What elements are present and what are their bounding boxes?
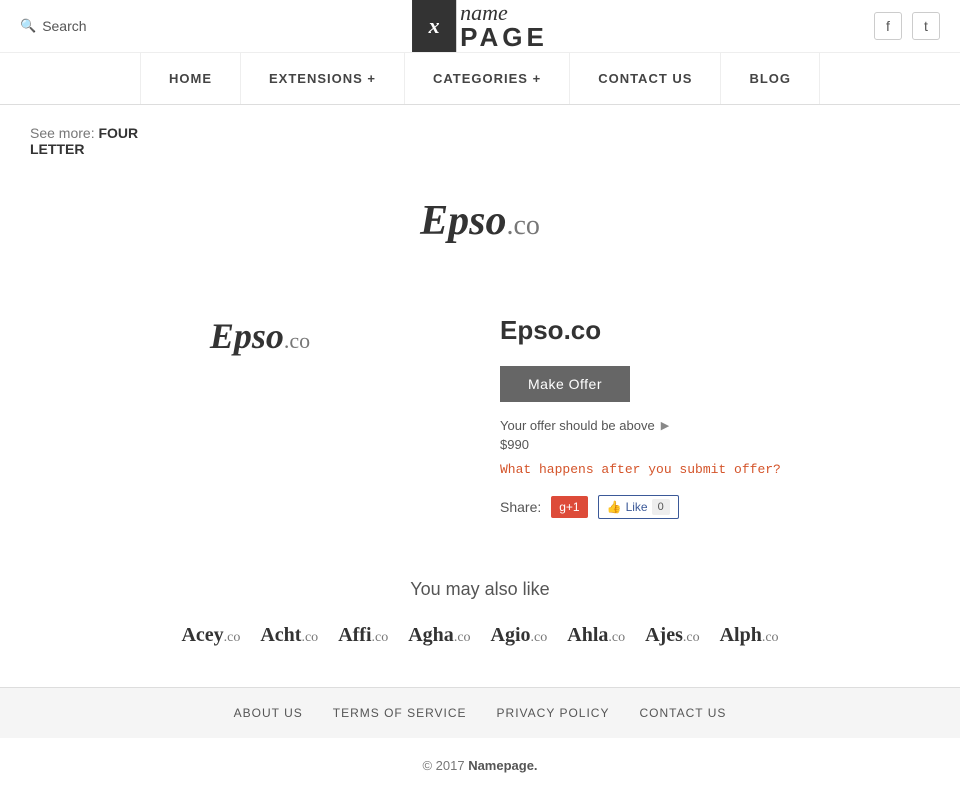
footer-nav-item[interactable]: ABOUT US: [234, 706, 303, 720]
logo-page: PAGE: [460, 24, 548, 50]
similar-item-name: Acey: [181, 624, 223, 646]
breadcrumb-line2: LETTER: [30, 141, 84, 157]
similar-item-name: Ajes: [645, 624, 683, 646]
similar-item-name: Agha: [408, 624, 454, 646]
footer-nav-item[interactable]: TERMS OF SERVICE: [333, 706, 467, 720]
search-icon: 🔍: [20, 18, 36, 34]
fb-like-icon: 👍: [607, 500, 622, 514]
main-nav: HOME EXTENSIONS + CATEGORIES + CONTACT U…: [0, 53, 960, 105]
similar-item-ext: .co: [762, 630, 779, 645]
offer-arrow-icon: ▶: [661, 419, 669, 432]
twitter-label: t: [924, 18, 928, 34]
similar-item-ext: .co: [224, 630, 241, 645]
copyright-year: © 2017: [422, 758, 464, 773]
site-header: 🔍 Search x name PAGE f t: [0, 0, 960, 53]
domain-image-logo: Epso.co: [210, 315, 310, 357]
similar-item[interactable]: Affi.co: [338, 624, 388, 647]
search-area[interactable]: 🔍 Search: [20, 18, 87, 34]
domain-display: Epso.co: [0, 177, 960, 305]
domain-info-area: Epso.co Make Offer Your offer should be …: [500, 305, 900, 519]
similar-item[interactable]: Acey.co: [181, 624, 240, 647]
similar-item[interactable]: Ajes.co: [645, 624, 699, 647]
twitter-icon[interactable]: t: [912, 12, 940, 40]
logo-icon-box: x: [412, 0, 456, 52]
nav-item-categories[interactable]: CATEGORIES +: [405, 53, 570, 104]
offer-hint-text: Your offer should be above: [500, 418, 655, 433]
similar-item-name: Alph: [720, 624, 762, 646]
facebook-like-button[interactable]: 👍 Like 0: [598, 495, 679, 519]
footer-nav: ABOUT US TERMS OF SERVICE PRIVACY POLICY CO…: [0, 687, 960, 738]
similar-item-ext: .co: [608, 630, 625, 645]
footer-copyright: © 2017 Namepage.: [0, 738, 960, 793]
similar-section: You may also like Acey.coAcht.coAffi.coA…: [0, 559, 960, 687]
similar-item[interactable]: Alph.co: [720, 624, 779, 647]
nav-item-blog[interactable]: BLOG: [721, 53, 820, 104]
facebook-label: f: [886, 18, 890, 34]
logo-text: name PAGE: [460, 2, 548, 50]
similar-item-ext: .co: [372, 630, 389, 645]
similar-title: You may also like: [40, 579, 920, 600]
domain-section: Epso.co Epso.co Make Offer Your offer sh…: [0, 305, 960, 559]
similar-item-name: Ahla: [567, 624, 608, 646]
logo-name: name: [460, 2, 548, 24]
nav-item-contact[interactable]: CONTACT US: [570, 53, 721, 104]
similar-item-name: Acht: [260, 624, 301, 646]
nav-item-extensions[interactable]: EXTENSIONS +: [241, 53, 405, 104]
google-plus-label: g+1: [559, 500, 579, 514]
logo-link[interactable]: x name PAGE: [412, 0, 548, 52]
footer-nav-item[interactable]: CONTACT US: [639, 706, 726, 720]
domain-img-name: Epso: [210, 316, 284, 356]
domain-name-large: Epso: [420, 198, 506, 244]
similar-item-name: Affi: [338, 624, 371, 646]
facebook-icon[interactable]: f: [874, 12, 902, 40]
offer-hint: Your offer should be above ▶: [500, 418, 900, 433]
make-offer-button[interactable]: Make Offer: [500, 366, 630, 402]
fb-count: 0: [652, 499, 670, 515]
similar-item-ext: .co: [301, 630, 318, 645]
fb-like-label: Like: [626, 500, 648, 514]
similar-item[interactable]: Acht.co: [260, 624, 318, 647]
similar-item-ext: .co: [531, 630, 548, 645]
domain-title: Epso.co: [500, 315, 900, 346]
footer-brand-link[interactable]: Namepage.: [468, 758, 537, 773]
share-label: Share:: [500, 499, 541, 515]
domain-image-area: Epso.co: [60, 305, 460, 519]
social-icons-area: f t: [874, 12, 940, 40]
similar-item-ext: .co: [454, 630, 471, 645]
similar-item-ext: .co: [683, 630, 700, 645]
logo-icon-char: x: [429, 13, 440, 39]
domain-logo-large: Epso.co: [420, 197, 540, 245]
what-happens-link[interactable]: What happens after you submit offer?: [500, 462, 900, 477]
share-area: Share: g+1 👍 Like 0: [500, 495, 900, 519]
similar-item[interactable]: Ahla.co: [567, 624, 625, 647]
logo-area: x name PAGE: [412, 0, 548, 52]
search-label[interactable]: Search: [42, 18, 86, 34]
domain-ext-large: .co: [506, 210, 539, 241]
similar-item[interactable]: Agha.co: [408, 624, 470, 647]
footer-nav-item[interactable]: PRIVACY POLICY: [497, 706, 610, 720]
similar-item-name: Agio: [491, 624, 531, 646]
see-more-label: See more:: [30, 125, 95, 141]
domain-img-ext: .co: [284, 328, 310, 353]
similar-item[interactable]: Agio.co: [491, 624, 548, 647]
offer-amount: $990: [500, 437, 900, 452]
google-plus-button[interactable]: g+1: [551, 496, 587, 518]
breadcrumb-line1: FOUR: [98, 125, 138, 141]
nav-item-home[interactable]: HOME: [140, 53, 241, 104]
similar-items-list: Acey.coAcht.coAffi.coAgha.coAgio.coAhla.…: [40, 624, 920, 647]
breadcrumb: See more: FOUR LETTER: [0, 105, 960, 177]
